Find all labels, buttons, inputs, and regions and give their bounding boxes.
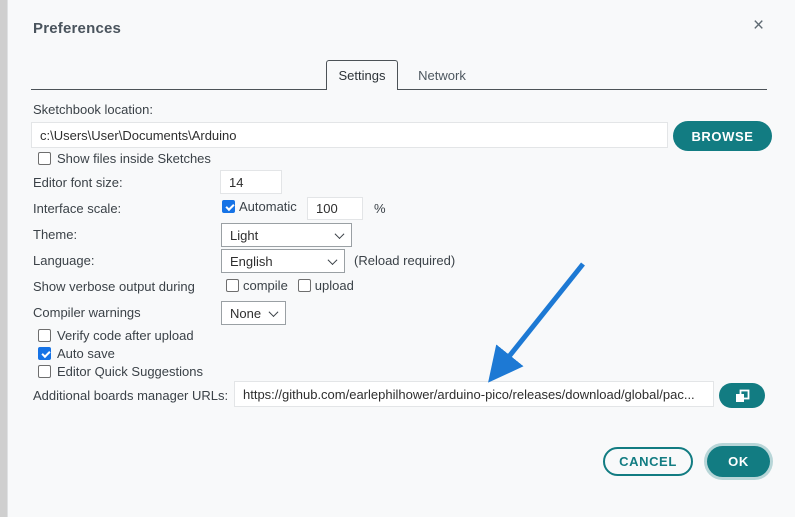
cancel-button[interactable]: CANCEL — [603, 447, 693, 476]
upload-label[interactable]: upload — [315, 278, 354, 293]
auto-save-checkbox[interactable] — [38, 347, 51, 360]
chevron-down-icon — [334, 228, 345, 239]
theme-label: Theme: — [33, 227, 78, 242]
sketchbook-location-label: Sketchbook location: — [33, 102, 153, 117]
show-files-label[interactable]: Show files inside Sketches — [57, 151, 211, 166]
tab-network[interactable]: Network — [406, 60, 478, 90]
automatic-label[interactable]: Automatic — [239, 199, 297, 214]
ok-button[interactable]: OK — [707, 446, 770, 477]
show-files-checkbox[interactable] — [38, 152, 51, 165]
chevron-down-icon — [268, 306, 279, 317]
compile-label[interactable]: compile — [243, 278, 288, 293]
preferences-dialog: Preferences × Settings Network Sketchboo… — [7, 0, 795, 517]
chevron-down-icon — [327, 254, 338, 265]
automatic-checkbox[interactable] — [222, 200, 235, 213]
verify-code-label[interactable]: Verify code after upload — [57, 328, 194, 343]
browse-button[interactable]: BROWSE — [673, 121, 772, 151]
theme-select-value: Light — [230, 227, 259, 243]
verify-code-checkbox[interactable] — [38, 329, 51, 342]
compiler-warnings-select[interactable]: None — [221, 301, 286, 325]
tab-settings[interactable]: Settings — [326, 60, 398, 90]
verbose-output-label: Show verbose output during — [33, 279, 195, 294]
annotation-arrow — [488, 262, 585, 383]
language-label: Language: — [33, 253, 95, 268]
tab-divider — [31, 89, 767, 90]
interface-scale-input[interactable] — [307, 197, 363, 220]
boards-urls-label: Additional boards manager URLs: — [33, 388, 229, 403]
compiler-warnings-value: None — [230, 305, 262, 321]
quick-suggestions-checkbox[interactable] — [38, 365, 51, 378]
upload-checkbox[interactable] — [297, 279, 311, 292]
compiler-warnings-label: Compiler warnings — [33, 305, 141, 320]
reload-required-note: (Reload required) — [354, 253, 456, 268]
copy-window-icon — [736, 389, 750, 402]
language-select[interactable]: English — [221, 249, 345, 273]
percent-sign: % — [374, 201, 386, 216]
close-icon[interactable]: × — [753, 16, 764, 35]
open-urls-window-button[interactable] — [719, 383, 765, 408]
editor-font-size-input[interactable] — [220, 170, 282, 194]
editor-font-size-label: Editor font size: — [33, 175, 123, 190]
theme-select[interactable]: Light — [221, 223, 352, 247]
auto-save-label[interactable]: Auto save — [57, 346, 115, 361]
page-title: Preferences — [33, 20, 122, 37]
language-select-value: English — [230, 253, 273, 269]
preferences-screen: Preferences × Settings Network Sketchboo… — [0, 0, 795, 517]
quick-suggestions-label[interactable]: Editor Quick Suggestions — [57, 364, 203, 379]
compile-checkbox[interactable] — [226, 279, 239, 292]
interface-scale-label: Interface scale: — [33, 201, 122, 216]
sketchbook-location-input[interactable] — [31, 122, 668, 148]
